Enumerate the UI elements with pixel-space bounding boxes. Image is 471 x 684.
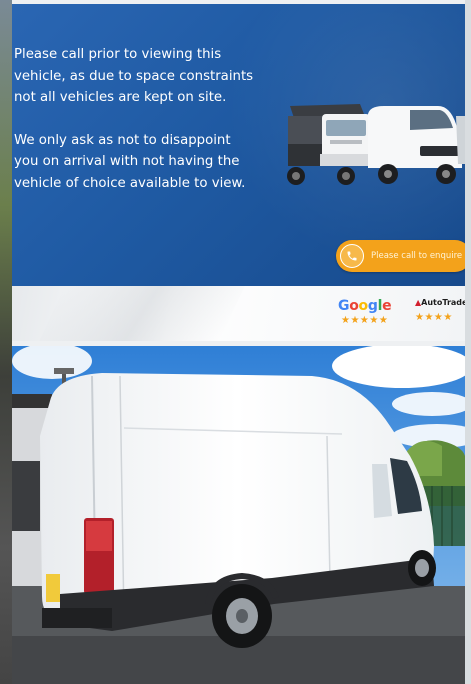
cta-label: Please call to enquire (371, 251, 463, 261)
white-van-icon (368, 106, 462, 184)
autotrader-rating[interactable]: ▲AutoTrader ★★★★ (415, 298, 465, 324)
phone-icon (340, 244, 364, 268)
tipper-truck-icon (287, 104, 374, 185)
google-rating[interactable]: Google ★★★★★ (338, 298, 392, 327)
notice-paragraph-1: Please call prior to viewing this vehicl… (14, 47, 254, 105)
autotrader-logo: ▲AutoTrader (415, 298, 465, 307)
van-photo-illustration (12, 346, 465, 684)
google-logo: Google (338, 298, 392, 314)
right-edge (465, 0, 471, 684)
autotrader-stars: ★★★★ (415, 312, 453, 323)
google-stars: ★★★★★ (340, 315, 389, 326)
call-to-enquire-button[interactable]: Please call to enquire (336, 240, 465, 272)
autotrader-logo-text: AutoTrader (421, 298, 465, 307)
viewing-notice-banner: Please call prior to viewing this vehicl… (12, 4, 465, 286)
viewing-notice: Please call prior to viewing this vehicl… (14, 44, 254, 215)
notice-paragraph-2: We only ask as not to disappoint you on … (14, 132, 246, 191)
van-photo (12, 346, 465, 684)
review-ratings-strip: Google ★★★★★ ▲AutoTrader ★★★★ (12, 286, 465, 341)
commercial-vehicles-illustration (287, 104, 465, 185)
adjacent-image-edge (0, 0, 12, 684)
